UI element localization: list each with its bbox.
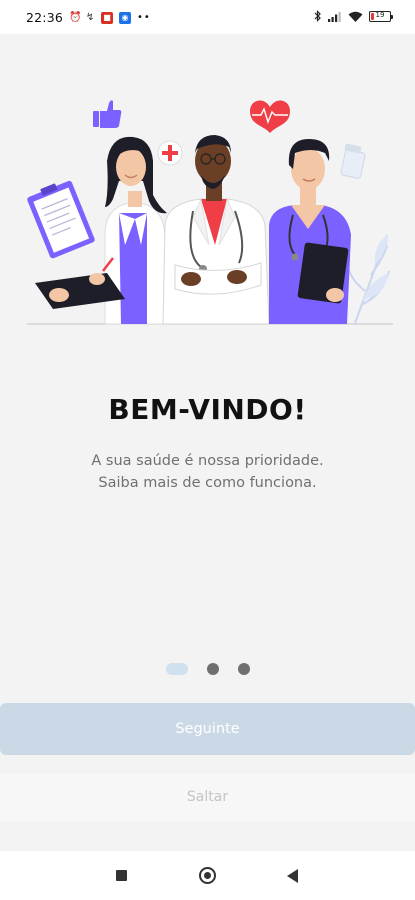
notification-icon: ↯ bbox=[85, 11, 95, 23]
welcome-title: BEM-VINDO! bbox=[108, 393, 307, 426]
doctors-illustration bbox=[27, 100, 393, 325]
status-time: 22:36 bbox=[26, 10, 64, 25]
back-icon[interactable] bbox=[287, 869, 298, 883]
signal-icon bbox=[328, 11, 341, 22]
status-bar: 22:36 ⏰ ↯ ■ ◉ •• 19 bbox=[0, 0, 415, 34]
status-right: 19 bbox=[314, 10, 393, 22]
battery-text: 19 bbox=[375, 10, 385, 19]
status-left: 22:36 ⏰ ↯ ■ ◉ •• bbox=[26, 10, 151, 25]
nurse-figure bbox=[269, 139, 351, 324]
welcome-subtitle: A sua saúde é nossa prioridade. Saiba ma… bbox=[0, 450, 415, 494]
next-button[interactable]: Seguinte bbox=[0, 703, 415, 755]
welcome-subtitle-line: A sua saúde é nossa prioridade. bbox=[91, 453, 324, 469]
male-doctor-figure bbox=[162, 135, 270, 325]
more-notifications-icon: •• bbox=[137, 12, 151, 23]
bluetooth-icon bbox=[314, 10, 321, 22]
page-dot-active[interactable] bbox=[165, 663, 188, 675]
alarm-icon: ⏰ bbox=[69, 11, 82, 23]
wifi-icon bbox=[348, 11, 363, 22]
system-navigation-bar bbox=[0, 851, 415, 900]
app-notification-icon: ■ bbox=[101, 11, 114, 24]
app-notification-icon: ◉ bbox=[119, 11, 132, 24]
clipboard-left bbox=[27, 180, 95, 259]
skip-button[interactable]: Saltar bbox=[0, 773, 415, 821]
page-indicator bbox=[0, 662, 415, 676]
welcome-subtitle-line: Saiba mais de como funciona. bbox=[98, 475, 317, 491]
recent-apps-icon[interactable] bbox=[116, 870, 127, 881]
heart-icon bbox=[250, 100, 290, 133]
page-dot[interactable] bbox=[237, 663, 250, 675]
page-dot[interactable] bbox=[206, 663, 219, 675]
battery-icon: 19 bbox=[369, 10, 393, 22]
medical-cross-icon bbox=[157, 140, 183, 166]
medicine-bottle-icon bbox=[340, 143, 366, 179]
thumbs-up-icon bbox=[93, 100, 122, 128]
home-icon[interactable] bbox=[199, 867, 216, 884]
